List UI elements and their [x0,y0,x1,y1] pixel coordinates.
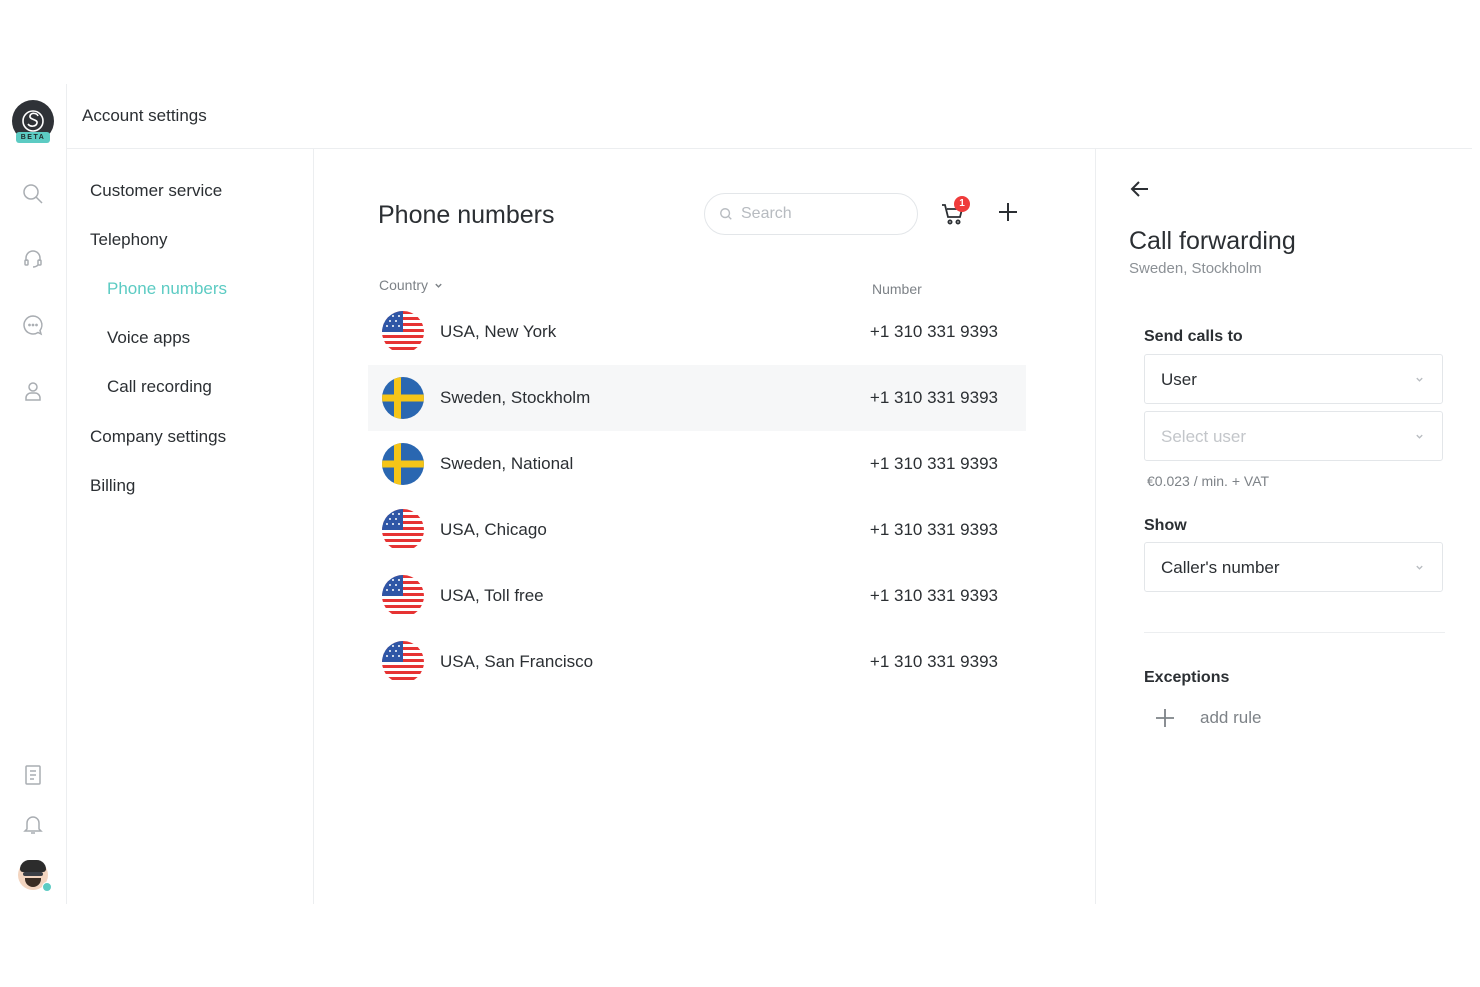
column-country-label: Country [379,277,429,293]
select-user-placeholder: Select user [1161,427,1247,446]
nav-item-phone-numbers[interactable]: Phone numbers [107,279,227,299]
sweden-flag-icon [382,377,424,419]
sweden-flag-icon [382,443,424,485]
nav-item-voice-apps[interactable]: Voice apps [107,328,190,348]
column-header-country[interactable]: Country [379,277,443,293]
beta-badge: BETA [16,132,50,143]
row-country: Sweden, Stockholm [440,388,591,407]
table-row[interactable]: USA, Toll free +1 310 331 9393 [368,563,1026,629]
phone-number-list: USA, New York +1 310 331 9393 Sweden, St… [368,299,1026,695]
row-number: +1 310 331 9393 [869,388,998,407]
row-country: USA, Toll free [440,586,544,605]
nav-item-call-recording[interactable]: Call recording [107,377,212,397]
bell-icon[interactable] [20,811,46,837]
arrow-left-icon [1130,181,1148,197]
add-rule-label: add rule [1200,708,1262,727]
phone-numbers-panel: Phone numbers 1 Country Number USA, New … [314,149,1096,904]
add-number-button[interactable] [996,200,1022,226]
nav-item-billing[interactable]: Billing [90,476,135,496]
usa-flag-icon [382,509,424,551]
table-row[interactable]: USA, San Francisco +1 310 331 9393 [368,629,1026,695]
plus-icon [999,203,1017,221]
row-country: USA, San Francisco [440,652,594,671]
page-title: Account settings [82,106,207,125]
send-calls-value: User [1161,370,1197,389]
show-value: Caller's number [1161,558,1280,577]
select-user-select[interactable]: Select user [1144,411,1443,461]
table-row[interactable]: Sweden, Stockholm +1 310 331 9393 [368,365,1026,431]
avatar[interactable] [18,860,52,892]
row-number: +1 310 331 9393 [869,454,998,473]
table-row[interactable]: Sweden, National +1 310 331 9393 [368,431,1026,497]
nav-item-customer-service[interactable]: Customer service [90,181,222,201]
plus-icon [1156,709,1174,727]
settings-nav: Customer service Telephony Phone numbers… [67,149,314,904]
divider [1144,632,1445,633]
row-country: Sweden, National [440,454,574,473]
send-calls-label: Send calls to [1144,328,1243,345]
send-calls-select[interactable]: User [1144,354,1443,404]
panel-subtitle: Sweden, Stockholm [1129,260,1262,277]
headset-icon[interactable] [20,246,46,272]
chevron-down-icon [1416,434,1423,439]
chevron-down-icon [1416,565,1423,570]
search-icon[interactable] [20,181,46,207]
logo-icon [22,110,44,132]
back-button[interactable] [1128,177,1154,203]
nav-item-telephony[interactable]: Telephony [90,230,168,250]
usa-flag-icon [382,575,424,617]
show-label: Show [1144,517,1187,534]
usa-flag-icon [382,641,424,683]
row-number: +1 310 331 9393 [869,520,998,539]
add-rule-button[interactable]: add rule [1154,707,1261,729]
row-country: USA, New York [440,322,557,341]
top-bar: Account settings [67,84,1472,149]
chevron-down-icon [435,283,442,288]
search-box[interactable] [704,193,918,235]
row-number: +1 310 331 9393 [869,322,998,341]
show-select[interactable]: Caller's number [1144,542,1443,592]
section-title: Phone numbers [378,201,555,229]
exceptions-label: Exceptions [1144,669,1230,686]
search-icon [720,208,732,220]
column-header-number: Number [872,281,922,297]
table-row[interactable]: USA, Chicago +1 310 331 9393 [368,497,1026,563]
document-icon[interactable] [20,762,46,788]
online-status-dot [42,882,52,892]
nav-item-company-settings[interactable]: Company settings [90,427,226,447]
user-icon[interactable] [20,378,46,404]
cart-count-badge: 1 [954,196,970,212]
row-number: +1 310 331 9393 [869,652,998,671]
app-window: BETA Account settings Customer service T… [0,84,1472,904]
row-country: USA, Chicago [440,520,547,539]
call-forwarding-panel: Call forwarding Sweden, Stockholm Send c… [1096,149,1472,904]
row-number: +1 310 331 9393 [869,586,998,605]
table-row[interactable]: USA, New York +1 310 331 9393 [368,299,1026,365]
panel-title: Call forwarding [1129,227,1296,255]
price-note: €0.023 / min. + VAT [1147,473,1270,489]
usa-flag-icon [382,311,424,353]
chevron-down-icon [1416,377,1423,382]
cart-button[interactable]: 1 [940,196,970,229]
search-input[interactable] [741,205,891,223]
icon-rail: BETA [0,84,67,904]
chat-icon[interactable] [20,312,46,338]
